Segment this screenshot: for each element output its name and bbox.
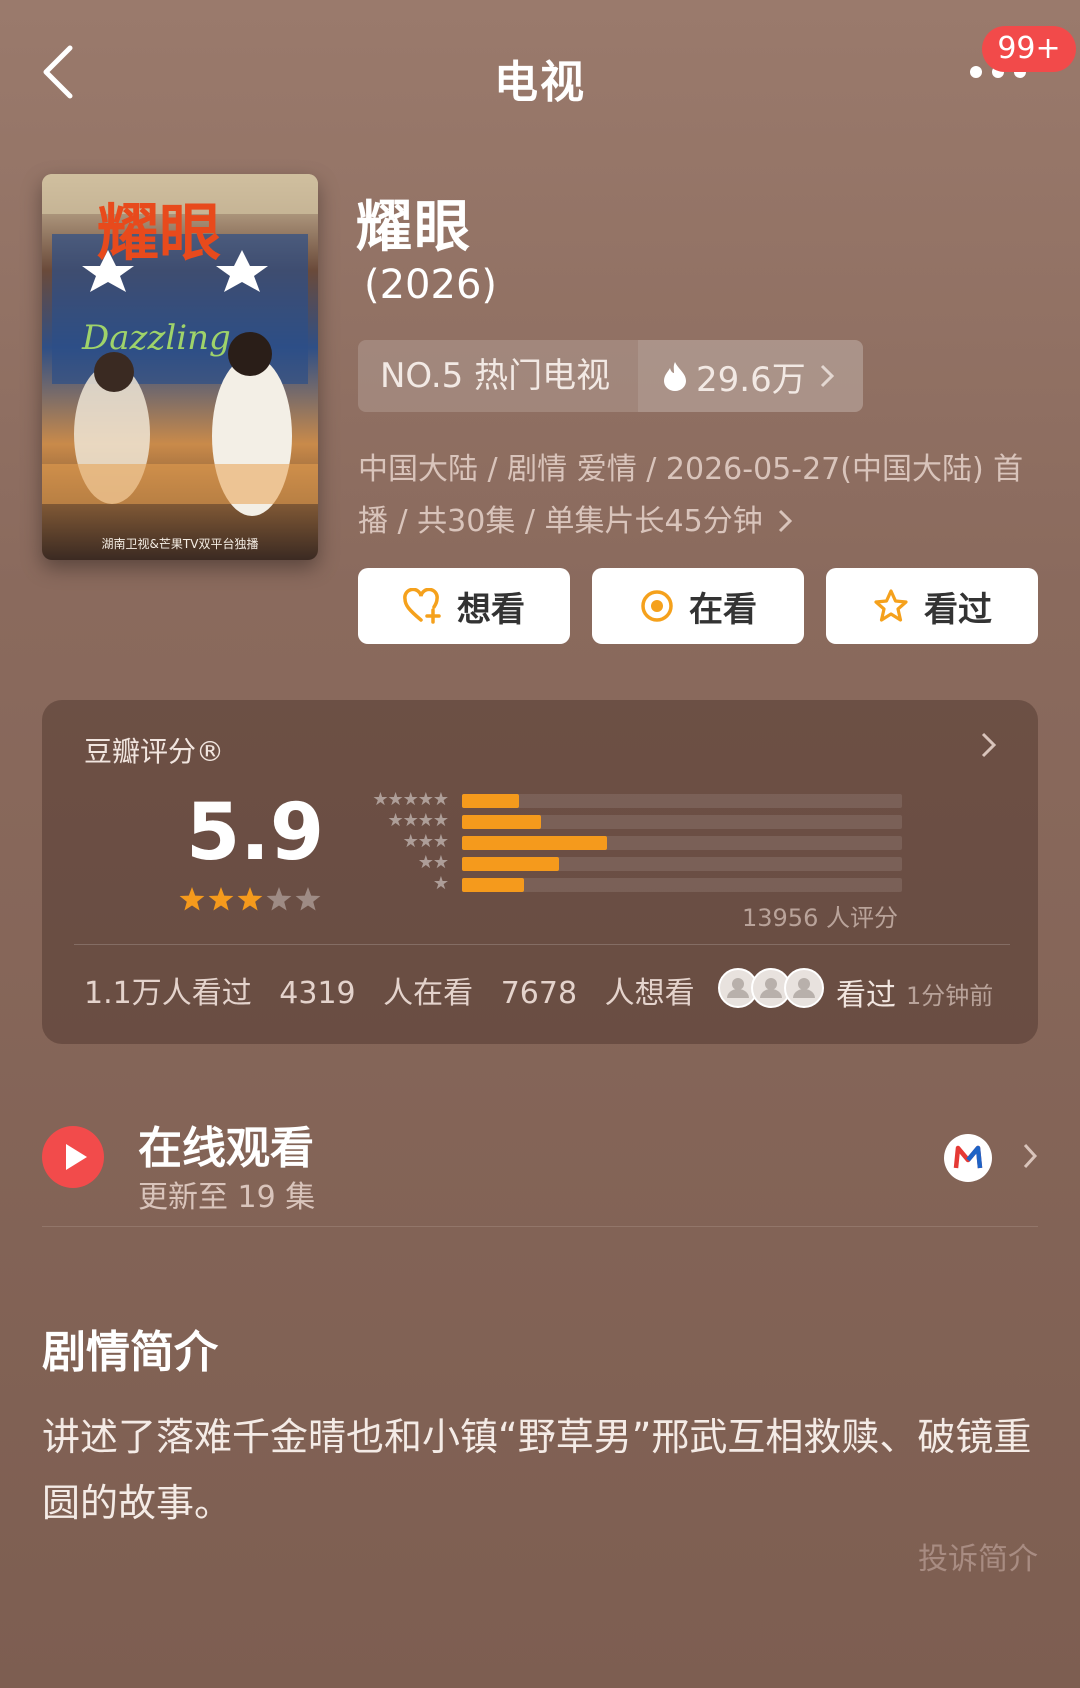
rank-chip[interactable]: NO.5 热门电视 29.6万: [358, 340, 863, 412]
watched-label: 看过: [924, 589, 992, 630]
distribution-bar-track: [462, 836, 902, 850]
want-button[interactable]: 想看: [358, 568, 570, 644]
synopsis-title: 剧情简介: [42, 1327, 218, 1378]
watched-count: 1.1万人看过: [84, 976, 252, 1011]
watching-button[interactable]: 在看: [592, 568, 804, 644]
distribution-bar-fill: [462, 815, 541, 829]
notification-badge[interactable]: 99+: [982, 26, 1076, 72]
star-empty-icon: [295, 887, 321, 911]
star-filled-icon: [237, 887, 263, 911]
recent-user-avatars[interactable]: [716, 966, 826, 1010]
chevron-right-icon[interactable]: [1022, 1142, 1038, 1170]
chevron-right-icon[interactable]: [980, 730, 998, 760]
mango-tv-logo[interactable]: [944, 1134, 992, 1182]
poster-credit: 湖南卫视&芒果TV双平台独播: [102, 536, 259, 551]
recent-time: 1分钟前: [906, 982, 994, 1010]
distribution-bar-track: [462, 794, 902, 808]
show-year: (2026): [364, 262, 498, 308]
show-meta-text: 中国大陆 / 剧情 爱情 / 2026-05-27(中国大陆) 首播 / 共30…: [358, 452, 1024, 539]
show-meta[interactable]: 中国大陆 / 剧情 爱情 / 2026-05-27(中国大陆) 首播 / 共30…: [358, 444, 1038, 548]
heart-plus-icon: [403, 588, 441, 624]
star-outline-icon: [874, 589, 908, 622]
star-empty-icon: [266, 887, 292, 911]
rating-stars: [178, 886, 324, 918]
chevron-right-icon: [779, 509, 793, 533]
heat-section[interactable]: 29.6万: [638, 340, 863, 412]
rating-label: 豆瓣评分®: [84, 735, 225, 768]
rating-count: 13956 人评分: [742, 904, 898, 932]
watch-online-title[interactable]: 在线观看: [138, 1112, 314, 1176]
heat-value: 29.6万: [696, 359, 806, 400]
target-icon: [641, 590, 673, 622]
page-title: 电视: [494, 57, 586, 108]
avatar: [784, 968, 824, 1008]
distribution-bar-track: [462, 815, 902, 829]
distribution-stars-3: ★★★: [402, 831, 449, 852]
recent-action: 看过: [836, 978, 896, 1013]
watching-count: 4319 人在看: [279, 976, 474, 1011]
poster-title-art: 耀眼: [97, 196, 221, 269]
distribution-stars-5: ★★★★★: [372, 789, 449, 810]
divider: [42, 1226, 1038, 1227]
rating-score: 5.9: [186, 788, 325, 878]
poster-subtitle-art: Dazzling: [81, 318, 231, 358]
synopsis-text: 讲述了落难千金晴也和小镇“野草男”邢武互相救赎、破镜重圆的故事。: [42, 1415, 1032, 1525]
episode-update: 更新至 19 集: [138, 1180, 316, 1215]
rank-label: NO.5 热门电视: [380, 356, 611, 396]
distribution-bar-fill: [462, 878, 524, 892]
show-poster[interactable]: 耀眼 Dazzling 湖南卫视&芒果TV双平台独播: [42, 174, 318, 560]
distribution-stars-2: ★★: [417, 852, 449, 873]
want-count: 7678 人想看: [500, 976, 695, 1011]
watching-label: 在看: [689, 589, 757, 630]
distribution-bar-track: [462, 878, 902, 892]
distribution-bar-track: [462, 857, 902, 871]
show-name: 耀眼: [356, 195, 472, 260]
flame-icon: [664, 362, 686, 391]
distribution-bar-fill: [462, 836, 607, 850]
star-filled-icon: [179, 887, 205, 911]
distribution-stars-4: ★★★★: [387, 810, 449, 831]
distribution-stars-1: ★: [432, 873, 449, 894]
watched-button[interactable]: 看过: [826, 568, 1038, 644]
report-synopsis-link[interactable]: 投诉简介: [918, 1534, 1038, 1578]
star-filled-icon: [208, 887, 234, 911]
distribution-bar-fill: [462, 794, 519, 808]
audience-stats[interactable]: 1.1万人看过 4319 人在看 7678 人想看: [84, 968, 695, 1012]
play-icon[interactable]: [42, 1126, 104, 1188]
distribution-bar-fill: [462, 857, 559, 871]
divider: [74, 944, 1010, 945]
chevron-right-icon: [820, 364, 834, 388]
want-label: 想看: [457, 589, 525, 630]
